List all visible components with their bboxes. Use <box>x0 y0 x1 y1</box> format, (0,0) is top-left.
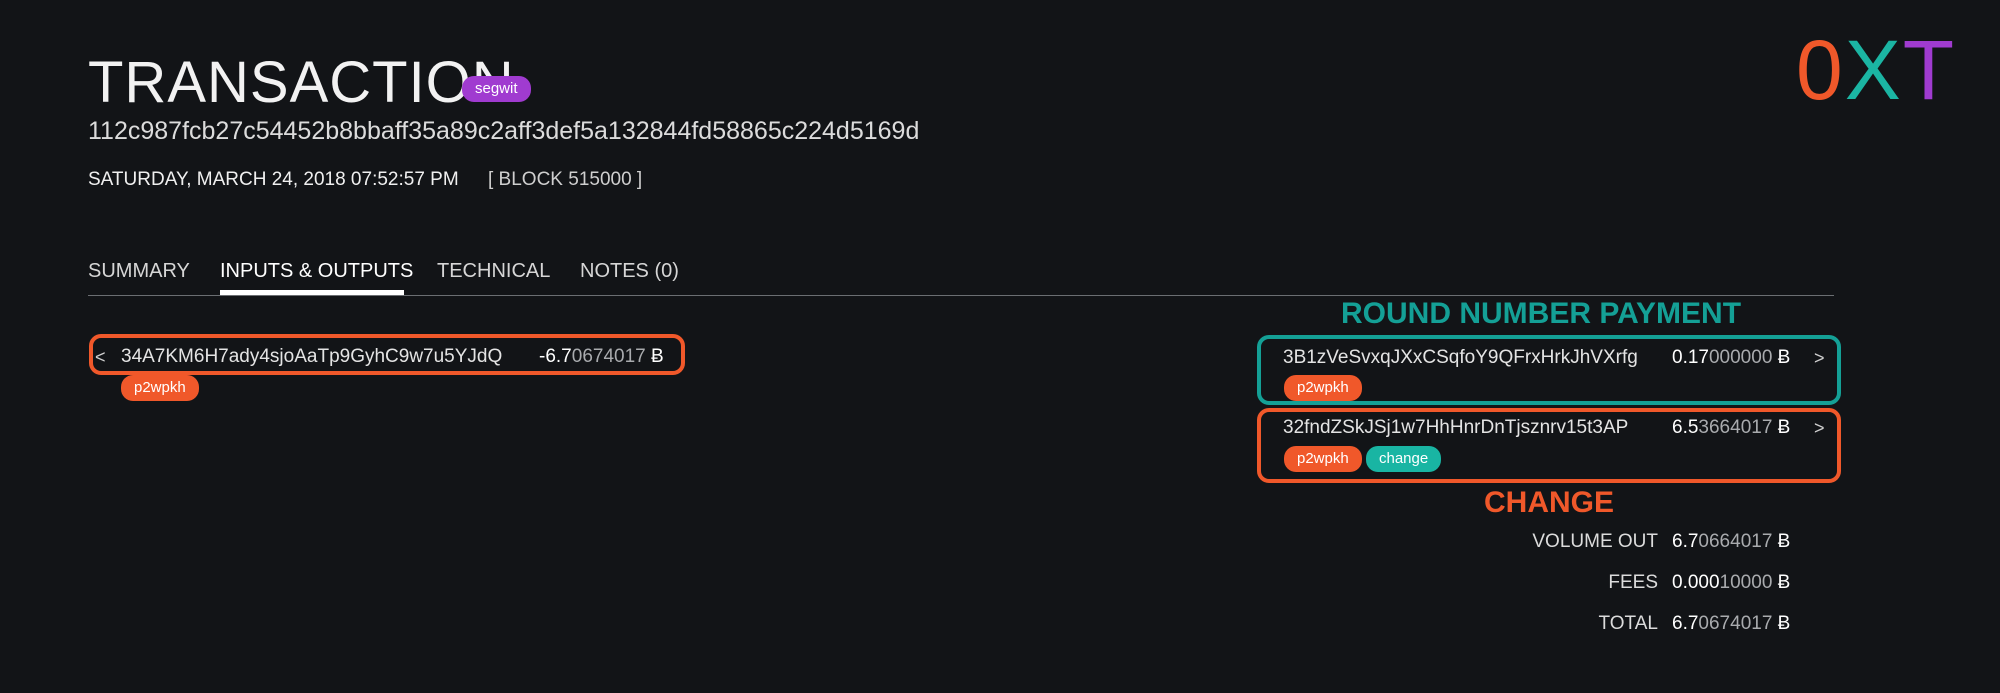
change-annotation: CHANGE <box>1484 486 1615 519</box>
fees-strong: 0.000 <box>1672 572 1720 593</box>
next-output-2-icon[interactable]: > <box>1814 416 1825 440</box>
input-amount: -6.70674017 Ƀ <box>539 345 664 369</box>
output-1-amount-faint: 000000 <box>1708 347 1773 368</box>
logo-letter-0: 0 <box>1796 23 1845 117</box>
input-amount-faint: 0674017 <box>571 346 646 367</box>
summary-value-fees: 0.00010000 Ƀ <box>1672 571 1790 595</box>
output-2-amount-faint: 3664017 <box>1698 417 1773 438</box>
volume-out-strong: 6.7 <box>1672 531 1699 552</box>
output-2-tag-change: change <box>1366 446 1442 472</box>
tab-notes[interactable]: NOTES (0) <box>580 258 679 284</box>
total-strong: 6.7 <box>1672 613 1699 634</box>
fees-faint: 10000 <box>1719 572 1773 593</box>
input-tag-p2wpkh: p2wpkh <box>121 375 199 401</box>
next-output-1-icon[interactable]: > <box>1814 346 1825 370</box>
output-1-tag-p2wpkh: p2wpkh <box>1284 375 1362 401</box>
total-faint: 0674017 <box>1698 613 1773 634</box>
bitcoin-unit-icon: Ƀ <box>1777 572 1791 593</box>
bitcoin-unit-icon: Ƀ <box>651 346 664 367</box>
output-1-amount-strong: 0.17 <box>1672 347 1709 368</box>
input-amount-strong: -6.7 <box>539 346 572 367</box>
tab-inputs-outputs[interactable]: INPUTS & OUTPUTS <box>220 258 413 284</box>
transaction-hash: 112c987fcb27c54452b8bbaff35a89c2aff3def5… <box>88 117 920 145</box>
output-2-amount: 6.53664017 Ƀ <box>1672 416 1790 440</box>
block-link[interactable]: [ BLOCK 515000 ] <box>488 168 642 192</box>
tab-technical[interactable]: TECHNICAL <box>437 258 550 284</box>
round-payment-annotation: ROUND NUMBER PAYMENT <box>1341 297 1742 330</box>
segwit-badge: segwit <box>462 76 531 102</box>
volume-out-faint: 0664017 <box>1698 531 1773 552</box>
oxt-logo[interactable]: 0XT <box>1796 22 1956 118</box>
bitcoin-unit-icon: Ƀ <box>1777 531 1791 552</box>
bitcoin-unit-icon: Ƀ <box>1777 417 1791 438</box>
input-address[interactable]: 34A7KM6H7ady4sjoAaTp9GyhC9w7u5YJdQ <box>121 345 502 369</box>
tab-summary[interactable]: SUMMARY <box>88 258 190 284</box>
summary-label-fees: FEES <box>1608 572 1658 593</box>
summary-label-total: TOTAL <box>1598 613 1658 634</box>
bitcoin-unit-icon: Ƀ <box>1777 347 1791 368</box>
summary-label-volume-out: VOLUME OUT <box>1532 531 1658 552</box>
prev-input-icon[interactable]: < <box>95 345 106 369</box>
page-title: TRANSACTION <box>88 50 515 115</box>
output-2-tag-p2wpkh: p2wpkh <box>1284 446 1362 472</box>
bitcoin-unit-icon: Ƀ <box>1777 613 1791 634</box>
summary-value-volume-out: 6.70664017 Ƀ <box>1672 530 1790 554</box>
logo-letter-x: X <box>1844 23 1903 117</box>
output-2-address[interactable]: 32fndZSkJSj1w7HhHnrDnTjsznrv15t3AP <box>1283 416 1628 440</box>
output-1-amount: 0.17000000 Ƀ <box>1672 346 1790 370</box>
summary-value-total: 6.70674017 Ƀ <box>1672 612 1790 636</box>
transaction-datetime: SATURDAY, MARCH 24, 2018 07:52:57 PM <box>88 169 459 190</box>
output-1-address[interactable]: 3B1zVeSvxqJXxCSqfoY9QFrxHrkJhVXrfg <box>1283 346 1638 370</box>
output-2-amount-strong: 6.5 <box>1672 417 1699 438</box>
logo-letter-t: T <box>1902 23 1957 117</box>
